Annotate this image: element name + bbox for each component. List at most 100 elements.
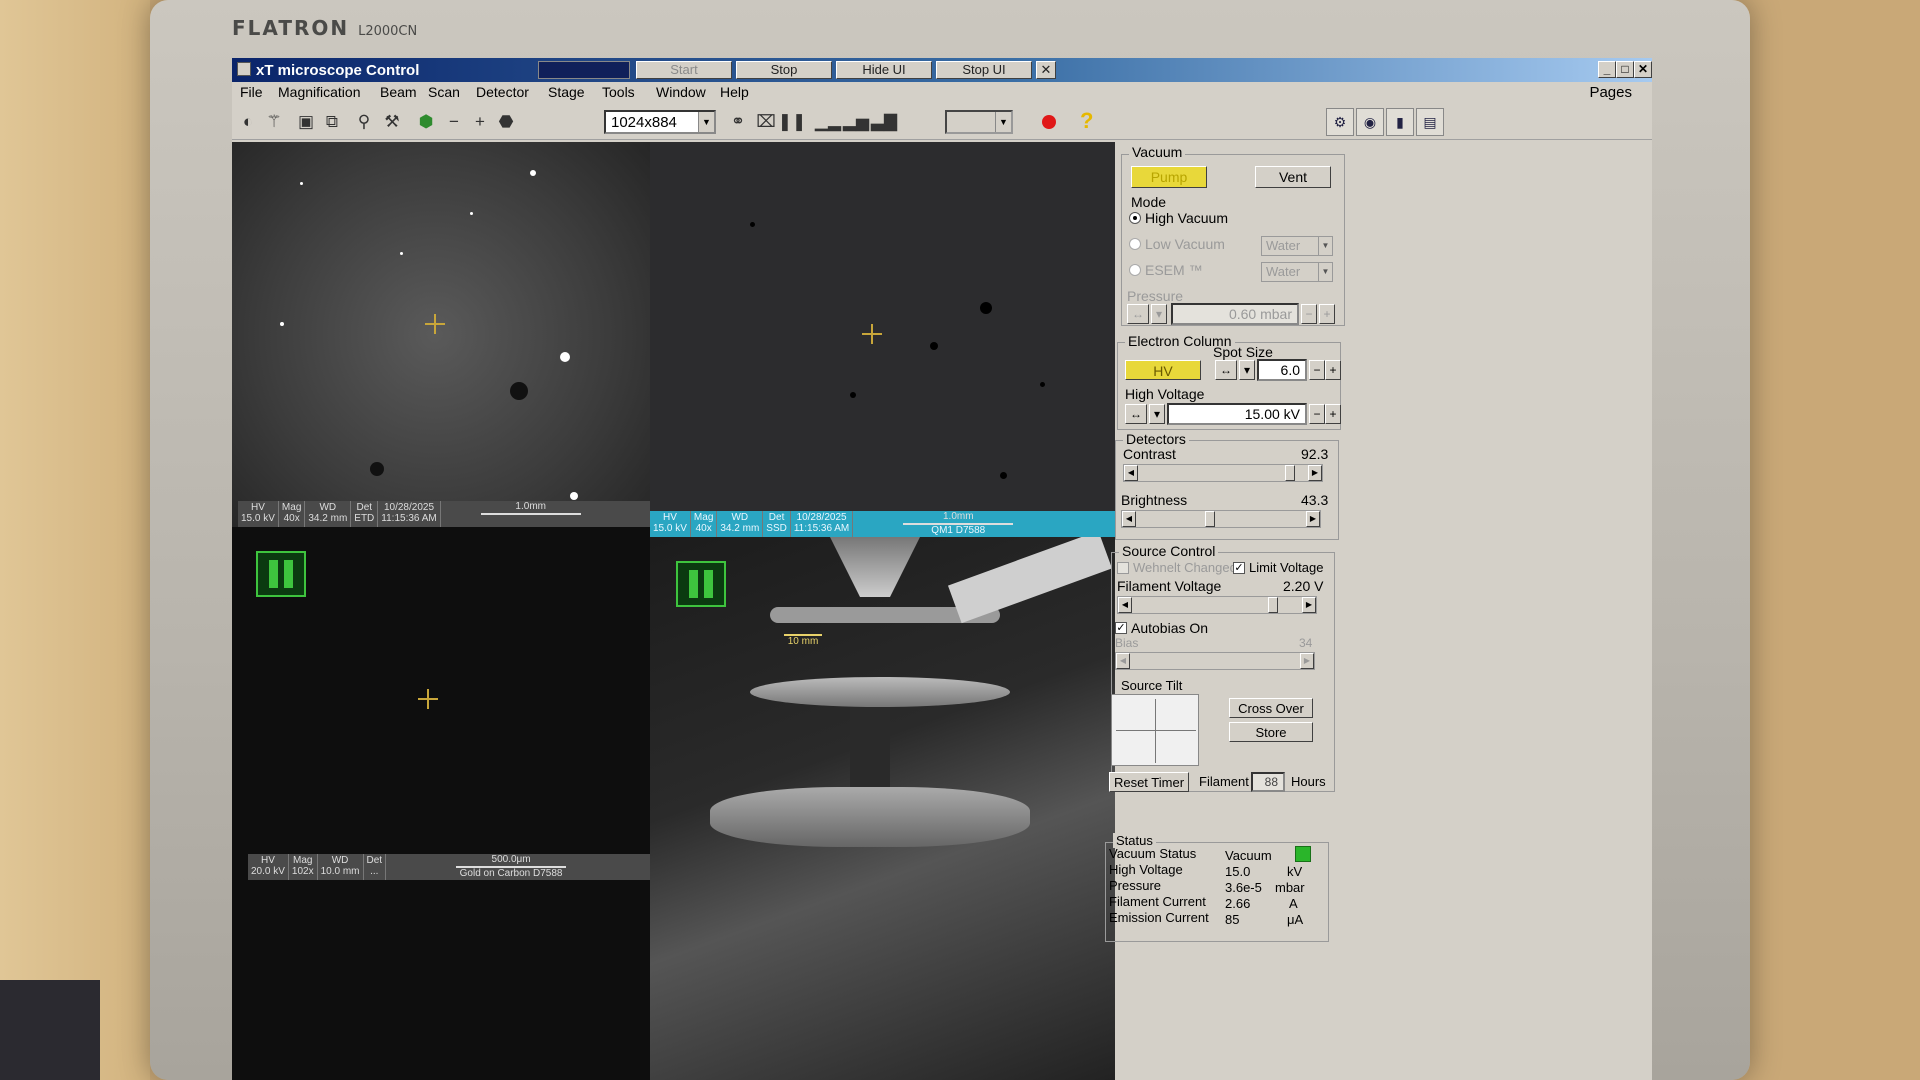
low-vacuum-gas-select[interactable]: Water ▼: [1261, 236, 1333, 256]
source-tilt-pad[interactable]: [1111, 694, 1199, 766]
pause-icon[interactable]: ❚❚: [778, 110, 807, 134]
status-unit: μA: [1287, 912, 1304, 927]
brightness-slider[interactable]: ◀ ▶: [1121, 510, 1321, 528]
menu-magnification[interactable]: Magnification: [278, 84, 361, 100]
menu-tools[interactable]: Tools: [602, 84, 635, 100]
menu-help[interactable]: Help: [720, 84, 749, 100]
hide-ui-button[interactable]: Hide UI: [836, 61, 932, 79]
spot-decrease-button[interactable]: −: [1309, 360, 1325, 380]
pressure-label: Pressure: [1127, 288, 1184, 304]
resolution-select[interactable]: 1024x884 ▼: [604, 110, 716, 134]
histogram-2-icon[interactable]: ▂▅: [843, 110, 869, 134]
filament-voltage-slider[interactable]: ◀ ▶: [1117, 596, 1317, 614]
hv-decrease-button[interactable]: −: [1309, 404, 1325, 424]
menu-file[interactable]: File: [240, 84, 263, 100]
turtle-slow-icon[interactable]: ⬢: [414, 110, 438, 134]
low-vacuum-radio[interactable]: [1129, 238, 1141, 250]
quad-view-3[interactable]: HV 20.0 kV Mag 102x WD 10.0 mm Det... 500.0…: [232, 527, 650, 1080]
spot-link-icon[interactable]: ↔: [1215, 360, 1237, 380]
vacuum-title: Vacuum: [1129, 144, 1186, 160]
chevron-right-icon[interactable]: ▶: [1306, 511, 1320, 527]
limit-voltage-checkbox[interactable]: ✓: [1233, 562, 1245, 574]
autobias-checkbox[interactable]: ✓: [1115, 622, 1127, 634]
databar-cell: HV 20.0 kV: [248, 854, 289, 880]
column-page-icon[interactable]: ▮: [1386, 108, 1414, 136]
chevron-down-icon[interactable]: ▾: [1239, 360, 1255, 380]
link-icon[interactable]: ⚭: [726, 110, 750, 134]
chevron-left-icon[interactable]: ◀: [1116, 653, 1130, 669]
slider-thumb[interactable]: [1268, 597, 1278, 613]
menu-scan[interactable]: Scan: [428, 84, 460, 100]
esem-radio[interactable]: [1129, 264, 1141, 276]
chevron-right-icon[interactable]: ▶: [1308, 465, 1322, 481]
close-ui-button[interactable]: ✕: [1036, 61, 1056, 79]
quad-view-2[interactable]: HV 15.0 kV Mag 40x WD 34.2 mm Det SSD 10/28/…: [650, 142, 1115, 537]
histogram-1-icon[interactable]: ▁▂: [815, 110, 841, 134]
zoom-in-icon[interactable]: +: [468, 110, 492, 134]
menu-window[interactable]: Window: [656, 84, 706, 100]
chevron-down-icon[interactable]: ▾: [1151, 304, 1167, 324]
esem-gas-select[interactable]: Water ▼: [1261, 262, 1333, 282]
vent-button[interactable]: Vent: [1255, 166, 1331, 188]
start-button[interactable]: Start: [636, 61, 732, 79]
pressure-field[interactable]: 0.60 mbar: [1171, 303, 1299, 325]
particle: [980, 302, 992, 314]
chevron-right-icon[interactable]: ▶: [1302, 597, 1316, 613]
slider-thumb[interactable]: [1285, 465, 1296, 481]
slider-thumb[interactable]: [1204, 511, 1215, 527]
chevron-left-icon[interactable]: ◀: [1118, 597, 1132, 613]
hv-link-icon[interactable]: ↔: [1125, 404, 1147, 424]
spot-increase-button[interactable]: +: [1325, 360, 1341, 380]
bias-slider[interactable]: ◀ ▶: [1115, 652, 1315, 670]
spot-size-field[interactable]: 6.0: [1257, 359, 1307, 381]
source-tilt-label: Source Tilt: [1121, 678, 1183, 693]
turtle-fast-icon[interactable]: ⬣: [494, 110, 518, 134]
hv-button[interactable]: HV: [1125, 360, 1201, 380]
maximize-button[interactable]: □: [1616, 61, 1634, 78]
status-value: 3.6e-5: [1225, 880, 1262, 895]
low-vacuum-label: Low Vacuum: [1145, 236, 1225, 252]
screen: xT microscope Control Start Stop Hide UI…: [232, 58, 1652, 1080]
stop-ui-button[interactable]: Stop UI: [936, 61, 1032, 79]
image-icon[interactable]: ▣: [294, 110, 318, 134]
quad-view-4[interactable]: 10 mm: [650, 537, 1115, 1080]
pressure-link-icon[interactable]: ↔: [1127, 304, 1149, 324]
beam-icon[interactable]: ◐: [236, 110, 260, 134]
stop-button[interactable]: Stop: [736, 61, 832, 79]
store-button[interactable]: Store: [1229, 722, 1313, 742]
help-icon[interactable]: ?: [1080, 108, 1093, 134]
histogram-3-icon[interactable]: ▃▇: [871, 110, 897, 134]
menu-stage[interactable]: Stage: [548, 84, 585, 100]
minimize-button[interactable]: _: [1598, 61, 1616, 78]
chevron-down-icon[interactable]: ▾: [1149, 404, 1165, 424]
pressure-decrease-button[interactable]: −: [1301, 304, 1317, 324]
close-button[interactable]: ✕: [1634, 61, 1652, 78]
detector-icon[interactable]: ⚚: [262, 110, 286, 134]
chevron-right-icon[interactable]: ▶: [1300, 653, 1314, 669]
wehnelt-checkbox[interactable]: [1117, 562, 1129, 574]
chevron-left-icon[interactable]: ◀: [1124, 465, 1138, 481]
quad-view-1[interactable]: HV 15.0 kV Mag 40x WD 34.2 mm Det ETD 10/28/…: [232, 142, 650, 527]
high-vacuum-radio[interactable]: [1129, 212, 1141, 224]
pump-button[interactable]: Pump: [1131, 166, 1207, 188]
zoom-out-icon[interactable]: −: [442, 110, 466, 134]
report-page-icon[interactable]: ▤: [1416, 108, 1444, 136]
menu-beam[interactable]: Beam: [380, 84, 417, 100]
frame-icon[interactable]: ⧉: [320, 110, 344, 134]
reset-timer-button[interactable]: Reset Timer: [1109, 772, 1189, 792]
menu-detector[interactable]: Detector: [476, 84, 529, 100]
stage-icon[interactable]: ⚒: [380, 110, 404, 134]
cross-over-button[interactable]: Cross Over: [1229, 698, 1313, 718]
chevron-left-icon[interactable]: ◀: [1122, 511, 1136, 527]
pressure-increase-button[interactable]: +: [1319, 304, 1335, 324]
hv-increase-button[interactable]: +: [1325, 404, 1341, 424]
brightness-value: 43.3: [1301, 492, 1329, 508]
high-voltage-field[interactable]: 15.00 kV: [1167, 403, 1307, 425]
preset-select[interactable]: ▼: [945, 110, 1013, 134]
record-icon[interactable]: [1042, 115, 1056, 129]
settings-page-icon[interactable]: ⚙: [1326, 108, 1354, 136]
focus-icon[interactable]: ⚲: [352, 110, 376, 134]
camera-icon[interactable]: ⌧: [754, 110, 778, 134]
contrast-slider[interactable]: ◀ ▶: [1123, 464, 1323, 482]
globe-page-icon[interactable]: ◉: [1356, 108, 1384, 136]
